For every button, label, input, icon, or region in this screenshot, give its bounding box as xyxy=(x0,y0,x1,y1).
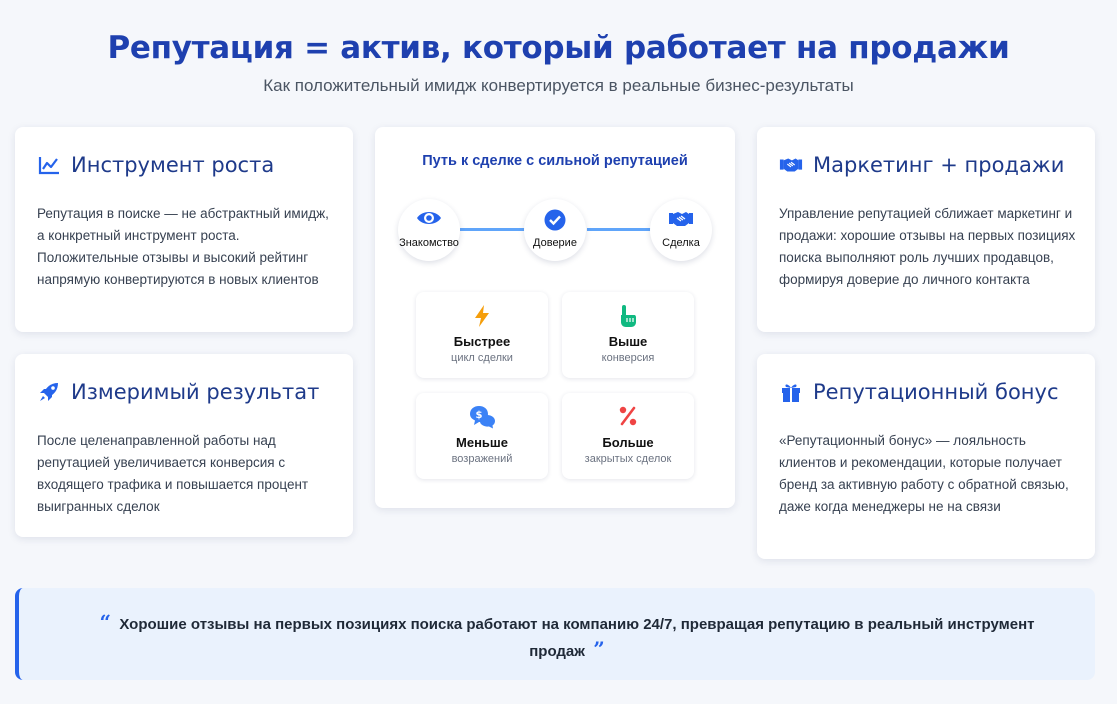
quote-text: Хорошие отзывы на первых позициях поиска… xyxy=(119,616,1035,660)
deal-path-title: Путь к сделке с сильной репутацией xyxy=(422,153,688,169)
tile-sub: возражений xyxy=(451,453,513,465)
card-marketing-text: Управление репутацией сближает маркетинг… xyxy=(779,206,1076,287)
handshake-icon xyxy=(667,209,695,234)
step-label: Сделка xyxy=(662,237,700,249)
tile-main: Больше xyxy=(602,435,654,450)
check-circle-icon xyxy=(544,209,566,236)
quote-block: “ Хорошие отзывы на первых позициях поис… xyxy=(15,588,1095,680)
card-bonus-title: Репутационный бонус xyxy=(813,380,1059,404)
handshake-icon xyxy=(779,153,803,177)
tile-fewer: $ Меньше возражений xyxy=(416,393,548,479)
step-acquaintance: Знакомство xyxy=(398,199,460,261)
step-label: Доверие xyxy=(533,237,577,249)
quote-close-icon: ” xyxy=(593,637,605,661)
card-bonus-text: «Репутационный бонус» — лояльность клиен… xyxy=(779,433,1069,514)
card-growth-title: Инструмент роста xyxy=(71,153,275,177)
deal-path-panel: Путь к сделке с сильной репутацией Знако… xyxy=(375,127,735,508)
card-measurable-title: Измеримый результат xyxy=(71,380,320,404)
page-title: Репутация = актив, который работает на п… xyxy=(107,30,1010,66)
tile-main: Меньше xyxy=(456,435,508,450)
tile-sub: цикл сделки xyxy=(451,352,513,364)
card-measurable: Измеримый результат После целенаправленн… xyxy=(15,354,353,537)
card-growth: Инструмент роста Репутация в поиске — не… xyxy=(15,127,353,332)
step-connector xyxy=(460,228,525,231)
eye-icon xyxy=(416,209,442,232)
step-deal: Сделка xyxy=(650,199,712,261)
hand-up-icon xyxy=(618,304,638,333)
tile-main: Быстрее xyxy=(453,334,511,349)
tile-main: Выше xyxy=(608,334,648,349)
percent-icon xyxy=(618,405,638,432)
lightning-icon xyxy=(472,304,492,333)
chart-line-icon xyxy=(37,153,61,177)
comments-dollar-icon: $ xyxy=(467,405,497,434)
rocket-icon xyxy=(37,380,61,404)
tile-more: Больше закрытых сделок xyxy=(562,393,694,479)
tile-faster: Быстрее цикл сделки xyxy=(416,292,548,378)
page-subtitle: Как положительный имидж конвертируется в… xyxy=(263,76,854,95)
step-label: Знакомство xyxy=(399,237,459,249)
gift-icon xyxy=(779,380,803,404)
card-marketing: Маркетинг + продажи Управление репутацие… xyxy=(757,127,1095,332)
quote-open-icon: “ xyxy=(99,610,112,634)
tile-higher: Выше конверсия xyxy=(562,292,694,378)
svg-text:$: $ xyxy=(476,410,483,421)
quote-text-wrap: “ Хорошие отзывы на первых позициях поис… xyxy=(79,610,1055,664)
step-trust: Доверие xyxy=(524,199,586,261)
tile-sub: конверсия xyxy=(601,352,655,364)
card-measurable-text: После целенаправленной работы над репута… xyxy=(37,433,309,514)
step-connector xyxy=(587,228,652,231)
card-growth-text: Репутация в поиске — не абстрактный имид… xyxy=(37,206,329,287)
tile-sub: закрытых сделок xyxy=(584,453,672,465)
card-marketing-title: Маркетинг + продажи xyxy=(813,153,1065,177)
card-bonus: Репутационный бонус «Репутационный бонус… xyxy=(757,354,1095,559)
